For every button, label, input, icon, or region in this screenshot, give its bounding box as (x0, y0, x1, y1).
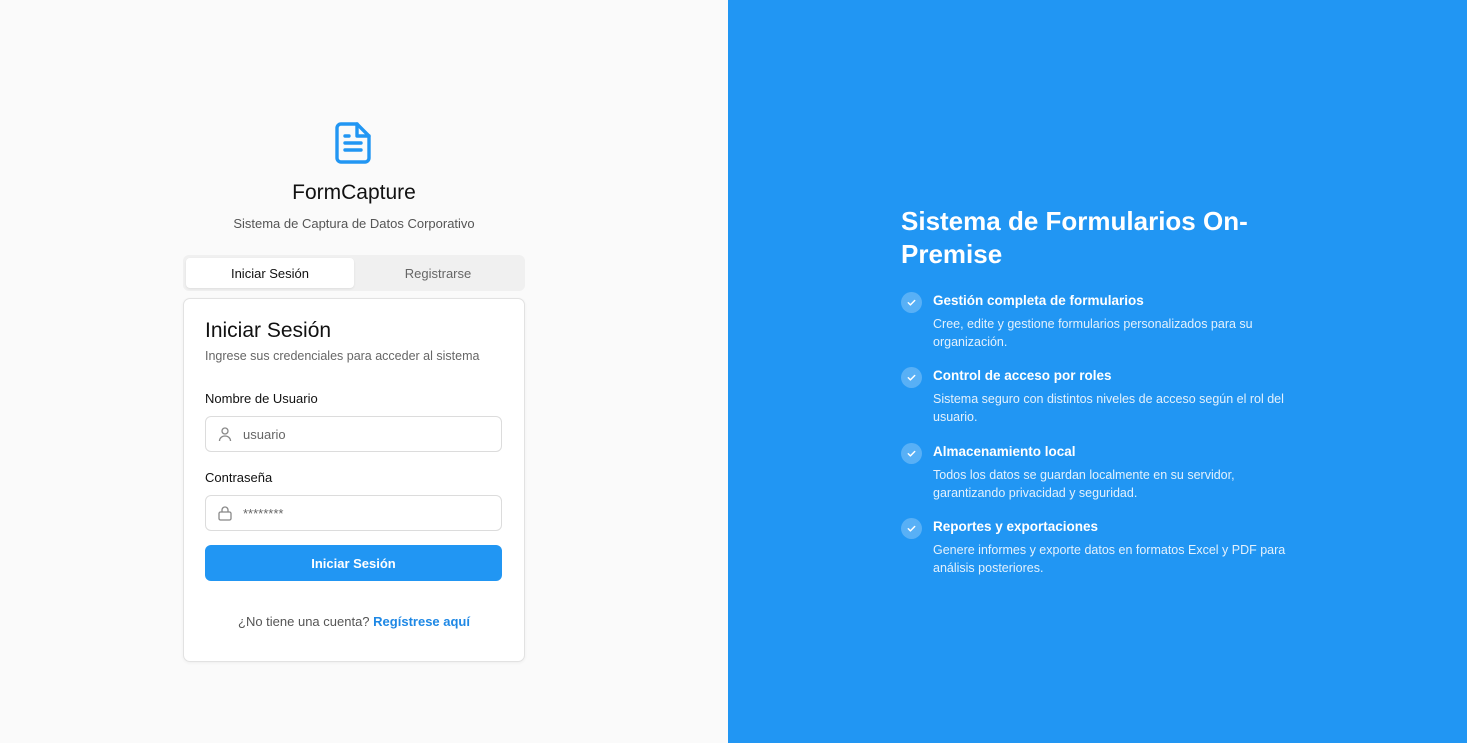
lock-icon (217, 505, 233, 521)
signup-prompt: ¿No tiene una cuenta? Regístrese aquí (184, 614, 524, 629)
login-panel: FormCapture Sistema de Captura de Datos … (0, 0, 728, 743)
password-input[interactable] (243, 505, 483, 521)
password-label: Contraseña (205, 470, 273, 485)
feature-description: Sistema seguro con distintos niveles de … (933, 392, 1284, 424)
tab-register[interactable]: Registrarse (354, 258, 522, 288)
feature-description: Todos los datos se guardan localmente en… (933, 468, 1235, 500)
promo-title: Sistema de Formularios On-Premise (901, 206, 1248, 269)
tab-login[interactable]: Iniciar Sesión (186, 258, 354, 288)
check-icon (901, 443, 922, 464)
feature-title: Reportes y exportaciones (933, 519, 1099, 534)
auth-tabs: Iniciar Sesión Registrarse (183, 255, 525, 291)
login-card: Iniciar Sesión Ingrese sus credenciales … (183, 298, 525, 662)
check-icon (901, 518, 922, 539)
password-field[interactable] (205, 495, 502, 531)
brand-tagline: Sistema de Captura de Datos Corporativo (233, 216, 475, 231)
username-label: Nombre de Usuario (205, 391, 318, 406)
username-input[interactable] (243, 426, 483, 442)
user-icon (217, 426, 233, 442)
feature-description: Cree, edite y gestione formularios perso… (933, 317, 1253, 349)
feature-title: Control de acceso por roles (933, 368, 1112, 383)
login-title: Iniciar Sesión (205, 319, 332, 342)
check-icon (901, 292, 922, 313)
check-icon (901, 367, 922, 388)
feature-description: Genere informes y exporte datos en forma… (933, 543, 1286, 575)
login-subtitle: Ingrese sus credenciales para acceder al… (205, 349, 480, 363)
promo-panel: Sistema de Formularios On-Premise Gestió… (728, 0, 1467, 743)
feature-title: Gestión completa de formularios (933, 293, 1144, 308)
feature-title: Almacenamiento local (933, 444, 1076, 459)
login-button[interactable]: Iniciar Sesión (205, 545, 502, 581)
signup-text: ¿No tiene una cuenta? (238, 614, 370, 629)
signup-link[interactable]: Regístrese aquí (373, 614, 470, 629)
brand-name: FormCapture (292, 181, 416, 204)
file-text-icon (335, 122, 371, 164)
username-field[interactable] (205, 416, 502, 452)
